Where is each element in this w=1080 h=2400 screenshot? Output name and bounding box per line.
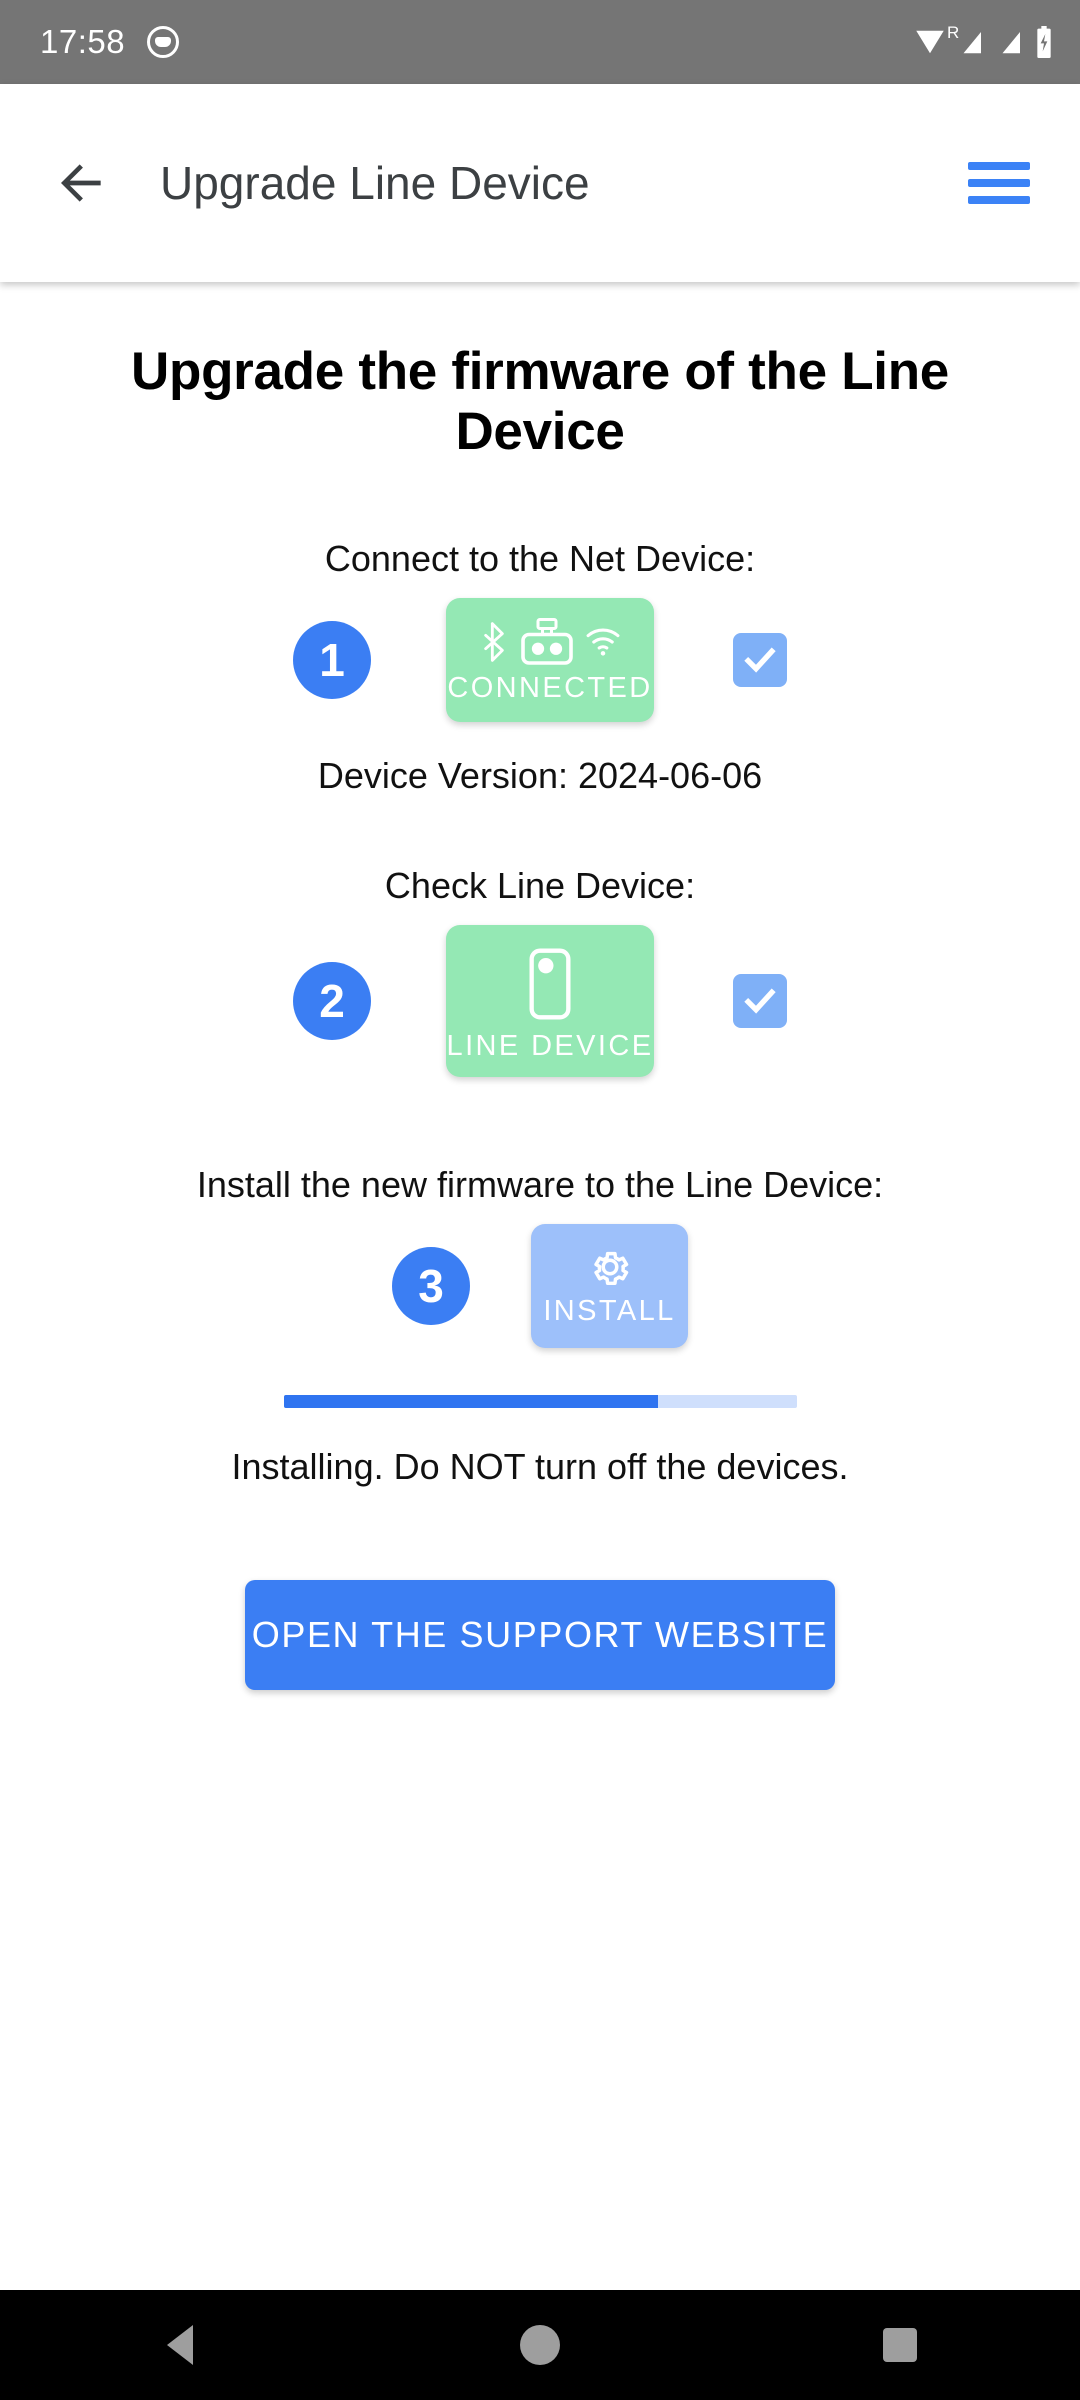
battery-charging-icon bbox=[1037, 26, 1051, 58]
step-1-row: 1 CONNECTED bbox=[0, 598, 1080, 722]
step-2-number: 2 bbox=[293, 962, 371, 1041]
step-1-checkbox[interactable] bbox=[733, 633, 787, 687]
roaming-signal-icon: R bbox=[947, 23, 986, 57]
step-2-row: 2 LINE DEVICE bbox=[0, 925, 1080, 1078]
install-status-text: Installing. Do NOT turn off the devices. bbox=[231, 1446, 849, 1488]
status-bar-right: R bbox=[913, 23, 1054, 58]
menu-line bbox=[968, 196, 1030, 204]
progress-section: Installing. Do NOT turn off the devices. bbox=[0, 1395, 1080, 1488]
gear-icon bbox=[593, 1251, 628, 1285]
app-bar: Upgrade Line Device bbox=[0, 84, 1080, 282]
device-version-text: Device Version: 2024-06-06 bbox=[317, 755, 763, 796]
roaming-label: R bbox=[947, 23, 960, 42]
install-progress-bar bbox=[283, 1395, 797, 1409]
support-section: OPEN THE SUPPORT WEBSITE bbox=[0, 1580, 1080, 1691]
nav-home-circle bbox=[520, 2325, 560, 2365]
line-device-icon bbox=[529, 948, 571, 1020]
step-1-section: Connect to the Net Device: 1 CONNECTED D… bbox=[0, 537, 1080, 797]
app-notification-icon bbox=[147, 26, 180, 58]
net-device-icon bbox=[521, 617, 573, 665]
page-title: Upgrade the firmware of the Line Device bbox=[131, 342, 949, 462]
bluetooth-icon bbox=[484, 621, 504, 662]
install-button-card[interactable]: INSTALL bbox=[531, 1224, 688, 1349]
app-bar-title: Upgrade Line Device bbox=[160, 157, 590, 209]
wifi-icon bbox=[916, 30, 944, 54]
install-card-label: INSTALL bbox=[543, 1294, 676, 1327]
step-1-number: 1 bbox=[293, 621, 371, 699]
back-button[interactable] bbox=[40, 141, 124, 225]
step-3-row: 3 INSTALL bbox=[0, 1224, 1080, 1349]
step-3-label: Install the new firmware to the Line Dev… bbox=[196, 1164, 884, 1206]
step-3-number: 3 bbox=[392, 1247, 470, 1326]
connected-card-label: CONNECTED bbox=[447, 671, 653, 704]
install-progress-fill bbox=[283, 1395, 658, 1409]
wifi-icon bbox=[586, 628, 620, 656]
line-device-status-card[interactable]: LINE DEVICE bbox=[446, 925, 654, 1078]
connected-status-card[interactable]: CONNECTED bbox=[446, 598, 654, 722]
status-bar: 17:58 R bbox=[0, 0, 1080, 84]
content-area: Upgrade the firmware of the Line Device … bbox=[0, 284, 1080, 2040]
step-2-section: Check Line Device: 2 LINE DEVICE bbox=[0, 864, 1080, 1078]
menu-line bbox=[968, 179, 1030, 187]
menu-line bbox=[968, 162, 1030, 170]
arrow-back-icon bbox=[61, 164, 101, 202]
nav-home-icon[interactable] bbox=[480, 2290, 600, 2400]
nav-back-triangle bbox=[167, 2325, 193, 2365]
step-2-label: Check Line Device: bbox=[384, 865, 696, 906]
status-bar-clock: 17:58 bbox=[40, 23, 126, 60]
android-navigation-bar bbox=[0, 2290, 1080, 2400]
connected-icon-group bbox=[480, 617, 620, 666]
nav-recents-square bbox=[883, 2328, 917, 2362]
line-device-card-label: LINE DEVICE bbox=[446, 1029, 654, 1062]
step-2-checkbox[interactable] bbox=[733, 974, 787, 1029]
nav-recents-icon[interactable] bbox=[840, 2290, 960, 2400]
status-bar-left: 17:58 bbox=[40, 23, 180, 61]
step-1-label: Connect to the Net Device: bbox=[324, 537, 756, 579]
signal-icon bbox=[1002, 32, 1020, 54]
nav-back-icon[interactable] bbox=[120, 2290, 240, 2400]
check-icon bbox=[744, 988, 776, 1014]
step-3-section: Install the new firmware to the Line Dev… bbox=[0, 1163, 1080, 1349]
hamburger-menu-icon[interactable] bbox=[968, 146, 1042, 220]
open-support-website-button[interactable]: OPEN THE SUPPORT WEBSITE bbox=[245, 1580, 835, 1691]
check-icon bbox=[744, 647, 776, 673]
